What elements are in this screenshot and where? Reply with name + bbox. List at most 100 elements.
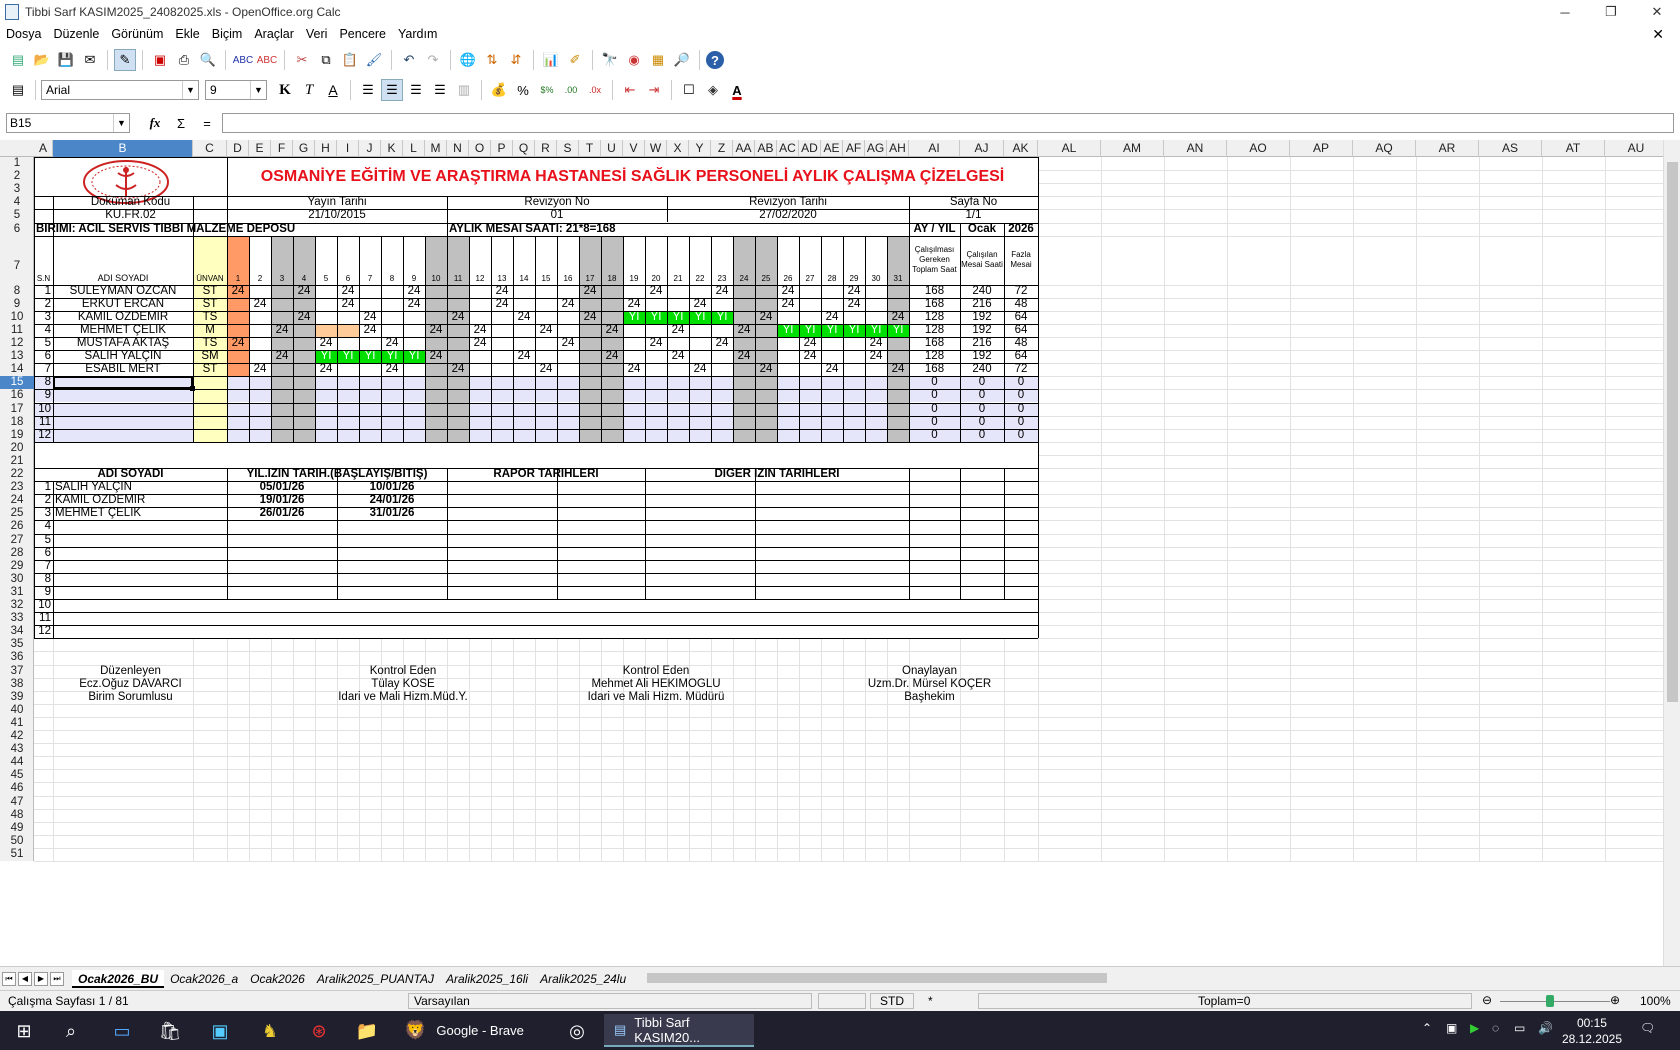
- leave-number[interactable]: 1: [34, 481, 53, 494]
- day-header[interactable]: 23: [711, 236, 733, 285]
- row-header-16[interactable]: 16: [0, 389, 34, 402]
- leave-number[interactable]: 3: [34, 507, 53, 520]
- staff-name[interactable]: ERKUT ERCAN: [53, 298, 193, 311]
- staff-name[interactable]: SÜLEYMAN ÖZCAN: [53, 285, 193, 298]
- shift-cell[interactable]: Yİ: [887, 323, 909, 337]
- row-header-33[interactable]: 33: [0, 612, 34, 625]
- shift-cell[interactable]: 24: [645, 337, 667, 350]
- month-value[interactable]: Ocak: [960, 223, 1004, 236]
- tray-play-icon[interactable]: ▶: [1470, 1021, 1479, 1035]
- sort-ascending-icon[interactable]: ⇅: [481, 49, 503, 71]
- shift-cell[interactable]: 24: [755, 311, 777, 324]
- search-icon[interactable]: ⌕: [58, 1018, 84, 1044]
- signer-name[interactable]: Uzm.Dr. Mürsel KOÇER: [821, 678, 1038, 691]
- row-header-14[interactable]: 14: [0, 363, 34, 376]
- row-header-6[interactable]: 6: [0, 223, 34, 236]
- column-header-m[interactable]: M: [425, 140, 447, 157]
- row-header-23[interactable]: 23: [0, 481, 34, 494]
- shift-cell[interactable]: 24: [227, 285, 249, 298]
- monthly-hours[interactable]: AYLIK MESAİ SAATİ: 21*8=168: [447, 223, 909, 236]
- required-hours[interactable]: 168: [909, 363, 960, 376]
- day-header[interactable]: 5: [315, 236, 337, 285]
- doc-value-0[interactable]: KU.FR.02: [34, 209, 227, 222]
- worked-hours[interactable]: 192: [960, 324, 1004, 337]
- signer-title[interactable]: Başhekim: [821, 691, 1038, 704]
- leave-end[interactable]: 24/01/26: [337, 494, 447, 507]
- row-header-22[interactable]: 22: [0, 468, 34, 481]
- shift-cell[interactable]: 24: [315, 337, 337, 350]
- column-header-n[interactable]: N: [447, 140, 469, 157]
- staff-name[interactable]: KAMİL ÖZDEMİR: [53, 311, 193, 324]
- shift-cell[interactable]: 24: [535, 324, 557, 337]
- clock[interactable]: 00:15 28.12.2025: [1562, 1015, 1622, 1047]
- menu-bicim[interactable]: Biçim: [206, 27, 249, 41]
- staff-title[interactable]: TS: [193, 337, 227, 350]
- shift-cell[interactable]: Yİ: [843, 323, 865, 337]
- leave-number[interactable]: 7: [34, 560, 53, 573]
- required-hours[interactable]: 168: [909, 298, 960, 311]
- row-header-13[interactable]: 13: [0, 350, 34, 363]
- italic-button[interactable]: T: [298, 79, 320, 101]
- save-icon[interactable]: 💾: [55, 49, 77, 71]
- shift-cell[interactable]: 24: [711, 285, 733, 298]
- menu-araclar[interactable]: Araçlar: [248, 27, 300, 41]
- fill-handle[interactable]: [190, 386, 195, 392]
- zoom-slider-track[interactable]: [1500, 1001, 1610, 1002]
- row-header-18[interactable]: 18: [0, 416, 34, 429]
- worked-hours-header[interactable]: Çalışılan Mesai Saati: [960, 236, 1004, 285]
- chevron-down-icon[interactable]: ▼: [113, 114, 129, 132]
- row-header-34[interactable]: 34: [0, 625, 34, 638]
- row-header-44[interactable]: 44: [0, 756, 34, 769]
- staff-number[interactable]: 10: [34, 403, 53, 416]
- row-header-7[interactable]: 7: [0, 236, 34, 285]
- sheet-tab-aralik2025-16li[interactable]: Aralik2025_16li: [440, 970, 534, 988]
- leave-number[interactable]: 8: [34, 573, 53, 586]
- shift-cell[interactable]: 24: [447, 311, 469, 324]
- find-replace-icon[interactable]: 🔭: [599, 49, 621, 71]
- signer-title[interactable]: İdari ve Mali Hizm. Müdürü: [557, 691, 755, 704]
- signer-name[interactable]: Ecz.Oğuz DAVARCI: [34, 678, 227, 691]
- taskbar-brave[interactable]: 🦁 Google - Brave: [396, 1014, 542, 1047]
- chart-icon[interactable]: 📊: [540, 49, 562, 71]
- sheet-tab-aralik2025-puantaj[interactable]: Aralik2025_PUANTAJ: [311, 970, 440, 988]
- row-header-41[interactable]: 41: [0, 717, 34, 730]
- required-hours[interactable]: 128: [909, 324, 960, 337]
- shift-cell[interactable]: Yİ: [403, 350, 425, 364]
- background-color-icon[interactable]: ◈: [702, 79, 724, 101]
- shift-cell[interactable]: 24: [821, 311, 843, 324]
- required-hours[interactable]: 0: [909, 403, 960, 416]
- leave-number[interactable]: 4: [34, 520, 53, 533]
- store-icon[interactable]: 🛍: [157, 1018, 183, 1044]
- tray-chevron-icon[interactable]: ⌃: [1422, 1021, 1432, 1035]
- row-header-10[interactable]: 10: [0, 311, 34, 324]
- row-header-17[interactable]: 17: [0, 403, 34, 416]
- tray-network-icon[interactable]: ◌: [1492, 1021, 1499, 1035]
- staff-title[interactable]: M: [193, 324, 227, 337]
- shift-cell[interactable]: 24: [293, 285, 315, 298]
- number-format-icon[interactable]: $%: [536, 79, 558, 101]
- chevron-down-icon[interactable]: ▼: [250, 81, 266, 99]
- justify-icon[interactable]: ☰: [429, 79, 451, 101]
- column-header-aa[interactable]: AA: [733, 140, 755, 157]
- menu-dosya[interactable]: Dosya: [0, 27, 47, 41]
- shift-cell[interactable]: 24: [579, 285, 601, 298]
- copy-icon[interactable]: ⧉: [315, 49, 337, 71]
- app-icon[interactable]: ♞: [257, 1018, 283, 1044]
- shift-cell[interactable]: 24: [711, 337, 733, 350]
- signer-title[interactable]: İdari ve Mali Hizm.Müd.Y.: [315, 691, 491, 704]
- day-header[interactable]: 18: [601, 236, 623, 285]
- sheet-title[interactable]: OSMANİYE EĞİTİM VE ARAŞTIRMA HASTANESİ S…: [227, 157, 1038, 196]
- selected-cell-cursor[interactable]: [53, 376, 193, 390]
- function-wizard-icon[interactable]: fx: [144, 115, 166, 131]
- redo-icon[interactable]: ↷: [422, 49, 444, 71]
- worked-hours[interactable]: 216: [960, 337, 1004, 350]
- column-header-ad[interactable]: AD: [799, 140, 821, 157]
- horizontal-scrollbar[interactable]: [632, 970, 1654, 986]
- open-icon[interactable]: 📂: [31, 49, 53, 71]
- day-header[interactable]: 22: [689, 236, 711, 285]
- column-header-ai[interactable]: AI: [909, 140, 960, 157]
- overtime-header[interactable]: Fazla Mesai: [1004, 236, 1038, 285]
- row-header-21[interactable]: 21: [0, 455, 34, 468]
- staff-number[interactable]: 9: [34, 389, 53, 402]
- horizontal-scroll-thumb[interactable]: [647, 973, 1107, 983]
